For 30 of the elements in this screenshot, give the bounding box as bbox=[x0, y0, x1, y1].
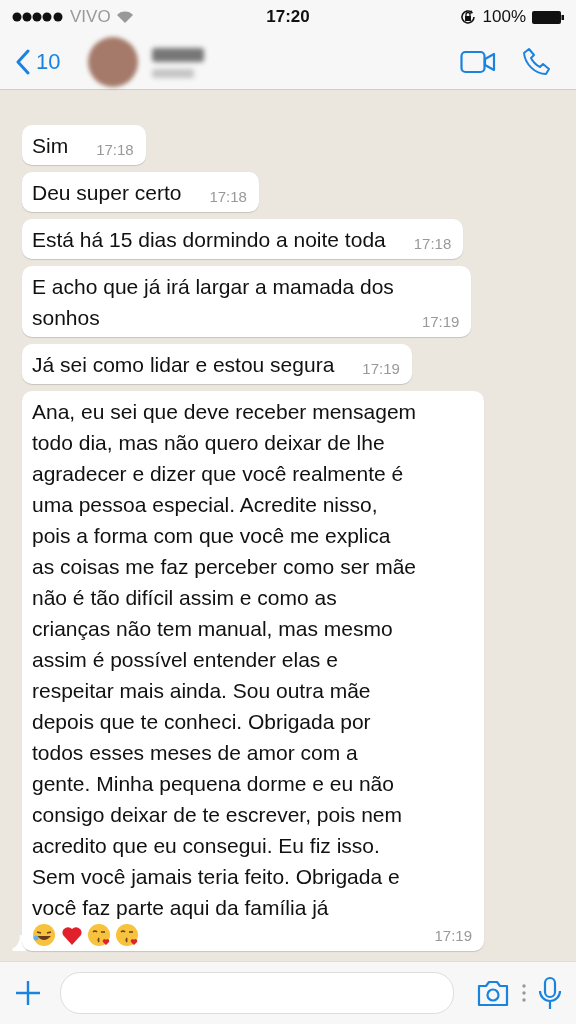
message-text: Está há 15 dias dormindo a noite toda bbox=[32, 227, 386, 253]
message-input-field[interactable] bbox=[60, 972, 454, 1014]
contact-avatar[interactable] bbox=[88, 36, 139, 87]
laughing-face-icon bbox=[32, 923, 56, 947]
message-text: E acho que já irá largar a mamada dos sonhos bbox=[32, 274, 394, 331]
message-text: Já sei como lidar e estou segura bbox=[32, 352, 335, 378]
clock-time: 17:20 bbox=[266, 7, 310, 27]
signal-icon bbox=[12, 12, 64, 22]
battery-icon bbox=[532, 10, 564, 24]
message-time: 17:18 bbox=[412, 234, 452, 254]
rotation-lock-icon bbox=[458, 8, 477, 26]
message-time: 17:19 bbox=[361, 359, 400, 379]
message-time: 17:19 bbox=[433, 926, 472, 946]
carrier-name: VIVO bbox=[70, 7, 111, 27]
message-text: Sim bbox=[32, 133, 69, 159]
message-time: 17:18 bbox=[208, 187, 247, 207]
kiss-face-icon bbox=[116, 923, 140, 947]
wifi-icon bbox=[116, 11, 133, 23]
add-icon[interactable] bbox=[14, 979, 42, 1007]
message-text: Ana, eu sei que deve receber mensagem todo dia, mas não quero deixar de lhe agradecer e dizer que você realmente é uma pessoa especial. Acredite nisso, pois a forma com que você me explica as coisas me faz perceber como ser mãe não é tão difícil assim e como as crianças não tem manual, mas mesmo assim é possível entender elas e respeitar mais ainda. Sou outra mãe depois que te conheci. Obrigada por todos esses meses de amor com a gente. Minha pequena dorme e eu não consigo deixar de te escrever, pois nem acredito que eu consegui. Eu fiz isso. Sem você jamais teria feito. Obrigada e você faz parte aqui da família já bbox=[32, 399, 417, 921]
microphone-icon[interactable] bbox=[538, 976, 562, 1010]
back-button[interactable]: 10 bbox=[16, 48, 61, 75]
divider-dots-icon bbox=[522, 984, 526, 1002]
message-text: Deu super certo bbox=[32, 180, 182, 206]
message-time: 17:18 bbox=[95, 140, 134, 160]
message-time: 17:19 bbox=[420, 312, 460, 332]
chevron-left-icon bbox=[16, 48, 30, 75]
battery-percent: 100% bbox=[482, 7, 526, 27]
camera-icon[interactable] bbox=[476, 979, 510, 1007]
kiss-face-icon bbox=[88, 923, 112, 947]
